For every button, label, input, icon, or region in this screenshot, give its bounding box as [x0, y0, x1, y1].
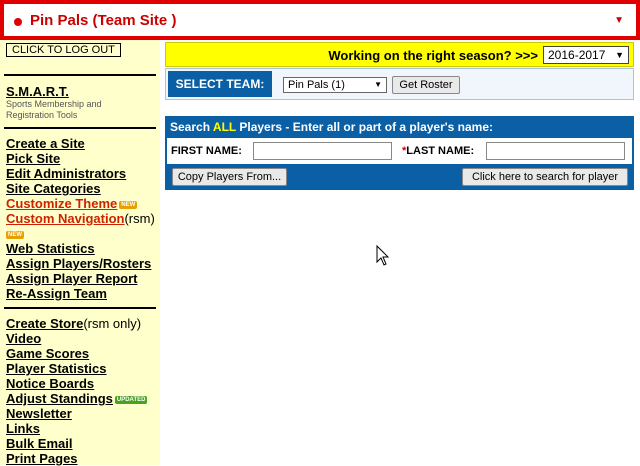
first-name-label: FIRST NAME: — [171, 145, 242, 157]
last-name-field[interactable] — [486, 142, 625, 160]
sidebar-item-label: Bulk Email — [6, 436, 73, 451]
sidebar-item-assign-player-report[interactable]: Assign Player Report — [6, 271, 155, 286]
chevron-down-icon: ▼ — [615, 50, 624, 60]
sidebar-item-label: Create Store — [6, 316, 84, 331]
sidebar-item-label: Adjust Standings — [6, 391, 113, 406]
sidebar: CLICK TO LOG OUT S.M.A.R.T. Sports Membe… — [0, 40, 160, 466]
copy-players-button[interactable]: Copy Players From... — [172, 168, 287, 186]
divider — [4, 74, 156, 76]
season-value: 2016-2017 — [548, 48, 606, 62]
sidebar-item-label: Customize Theme — [6, 196, 118, 211]
sidebar-item-label: Assign Players/Rosters — [6, 256, 152, 271]
sidebar-item-label: Custom Navigation — [6, 211, 125, 226]
sidebar-item-re-assign-team[interactable]: Re-Assign Team — [6, 286, 155, 301]
sidebar-item-label: Web Statistics — [6, 241, 95, 256]
season-select[interactable]: 2016-2017 ▼ — [543, 46, 629, 64]
sidebar-item-suffix: (rsm) — [124, 211, 155, 226]
sidebar-item-label: Edit Administrators — [6, 166, 127, 181]
site-name: Pin Pals (Team Site ) — [30, 12, 177, 29]
sidebar-item-adjust-standings[interactable]: Adjust Standings UPDATED — [6, 391, 148, 406]
first-name-field[interactable] — [253, 142, 392, 160]
divider — [4, 127, 156, 129]
search-player-button[interactable]: Click here to search for player — [462, 168, 628, 186]
sidebar-item-label: Site Categories — [6, 181, 101, 196]
sidebar-item-site-categories[interactable]: Site Categories — [6, 181, 155, 196]
sidebar-item-game-scores[interactable]: Game Scores — [6, 346, 147, 361]
sidebar-item-notice-boards[interactable]: Notice Boards — [6, 376, 147, 391]
sidebar-item-label: Re-Assign Team — [6, 286, 107, 301]
sidebar-item-create-store[interactable]: Create Store(rsm only) — [6, 316, 147, 331]
player-search-panel: Search ALL Players - Enter all or part o… — [165, 116, 634, 190]
sidebar-item-label: Player Statistics — [6, 361, 107, 376]
sidebar-item-custom-navigation[interactable]: Custom Navigation(rsm) — [6, 211, 155, 226]
divider — [4, 307, 156, 309]
last-name-label: *LAST NAME: — [402, 145, 474, 157]
sidebar-item-pick-site[interactable]: Pick Site — [6, 151, 155, 166]
search-title-suffix: Players - Enter all or part of a player'… — [236, 120, 493, 134]
badge-row: NEW — [6, 226, 155, 241]
badge-updated: UPDATED — [114, 395, 148, 404]
sidebar-item-newsletter[interactable]: Newsletter — [6, 406, 147, 421]
season-prompt: Working on the right season? >>> — [328, 48, 538, 63]
sidebar-item-label: Pick Site — [6, 151, 61, 166]
nav-group-admin: Create a Site Pick Site Edit Administrator… — [6, 136, 155, 301]
sidebar-item-label: Notice Boards — [6, 376, 95, 391]
search-fields-row: FIRST NAME: *LAST NAME: — [167, 138, 632, 164]
season-bar: Working on the right season? >>> 2016-20… — [165, 42, 634, 67]
sidebar-item-video[interactable]: Video — [6, 331, 147, 346]
sidebar-item-label: Video — [6, 331, 42, 346]
chevron-down-icon[interactable]: ▼ — [614, 15, 624, 26]
nav-group-content: Create Store(rsm only) Video Game Scores Pl… — [6, 316, 148, 466]
site-selector[interactable]: Pin Pals (Team Site ) ▼ — [0, 0, 640, 40]
last-name-label-text: LAST NAME: — [406, 145, 475, 157]
sidebar-item-label: Game Scores — [6, 346, 90, 361]
logout-button[interactable]: CLICK TO LOG OUT — [6, 43, 121, 57]
sidebar-item-player-statistics[interactable]: Player Statistics — [6, 361, 147, 376]
sidebar-item-bulk-email[interactable]: Bulk Email — [6, 436, 147, 451]
sidebar-item-edit-administrators[interactable]: Edit Administrators — [6, 166, 155, 181]
mouse-cursor-icon — [376, 245, 390, 266]
sidebar-item-label: Create a Site — [6, 136, 85, 151]
sidebar-item-print-pages[interactable]: Print Pages — [6, 451, 147, 466]
sidebar-item-label: Links — [6, 421, 40, 436]
chevron-down-icon: ▼ — [374, 80, 382, 89]
team-value: Pin Pals (1) — [288, 79, 345, 91]
bullet-icon — [14, 18, 22, 26]
sidebar-item-suffix: (rsm only) — [83, 316, 142, 331]
sidebar-item-label: Print Pages — [6, 451, 78, 466]
search-title-all: ALL — [212, 120, 237, 134]
sidebar-item-web-statistics[interactable]: Web Statistics — [6, 241, 155, 256]
sidebar-item-links[interactable]: Links — [6, 421, 147, 436]
search-title-prefix: Search — [170, 120, 213, 134]
search-title: Search ALL Players - Enter all or part o… — [170, 120, 493, 134]
badge-new: NEW — [6, 230, 24, 239]
sidebar-item-label: Newsletter — [6, 406, 72, 421]
badge-new: NEW — [119, 200, 138, 209]
get-roster-button[interactable]: Get Roster — [392, 76, 460, 94]
sidebar-item-customize-theme[interactable]: Customize Theme NEW — [6, 196, 155, 211]
sidebar-item-assign-players-rosters[interactable]: Assign Players/Rosters — [6, 256, 155, 271]
team-select[interactable]: Pin Pals (1) ▼ — [283, 77, 387, 93]
smart-subtitle: Sports Membership and Registration Tools — [6, 99, 102, 120]
select-team-bar: SELECT TEAM: Pin Pals (1) ▼ Get Roster — [165, 68, 634, 100]
sidebar-item-label: Assign Player Report — [6, 271, 138, 286]
sidebar-item-create-a-site[interactable]: Create a Site — [6, 136, 155, 151]
select-team-label: SELECT TEAM: — [168, 71, 272, 97]
smart-title-link[interactable]: S.M.A.R.T. — [6, 84, 69, 99]
